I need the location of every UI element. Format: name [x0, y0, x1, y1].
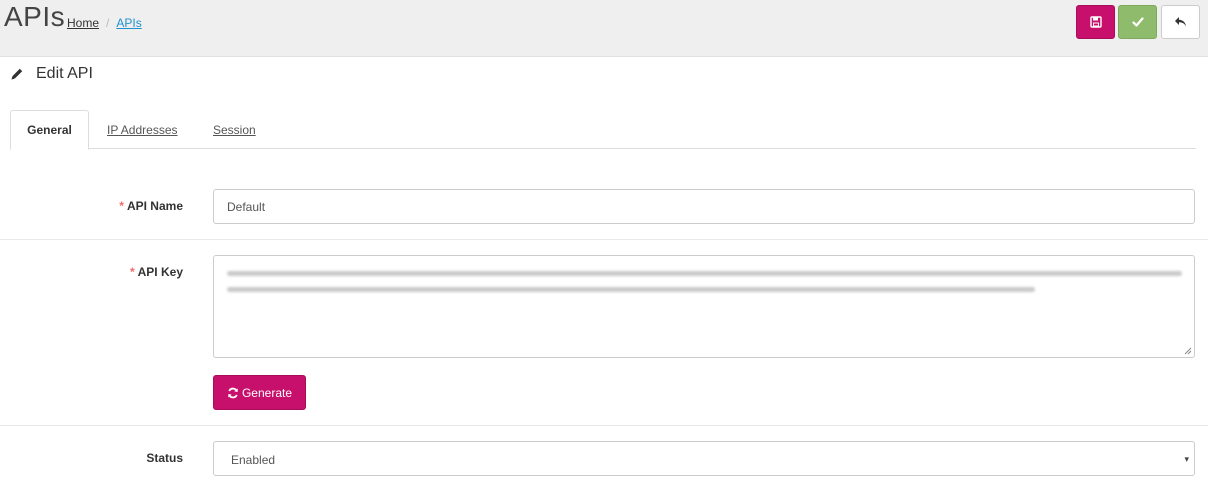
api-key-label: * API Key: [130, 265, 183, 279]
breadcrumb-separator: /: [106, 16, 110, 30]
pencil-icon: [10, 67, 24, 81]
section-title-text: Edit API: [36, 65, 93, 82]
save-and-close-button[interactable]: [1118, 5, 1157, 39]
refresh-icon: [228, 387, 238, 398]
generate-button[interactable]: Generate: [213, 375, 306, 410]
section-title: Edit API: [10, 65, 93, 83]
chevron-down-icon: ▾: [1184, 454, 1189, 464]
api-key-label-text: API Key: [137, 265, 183, 279]
api-name-input[interactable]: [213, 189, 1195, 224]
reply-arrow-icon: [1175, 17, 1186, 27]
page-title: APIs: [4, 1, 66, 32]
redacted-key-line: [227, 271, 1182, 276]
check-icon: [1131, 17, 1144, 27]
required-marker: *: [129, 265, 135, 279]
status-select[interactable]: Enabled ▾: [213, 441, 1195, 476]
breadcrumb-home-link[interactable]: Home: [67, 16, 99, 30]
floppy-disk-icon: [1089, 16, 1102, 28]
status-select-value: Enabled: [231, 453, 276, 467]
tab-bar: General IP Addresses Session: [10, 110, 1196, 150]
back-button[interactable]: [1161, 5, 1200, 39]
row-divider: [0, 425, 1208, 426]
status-label: Status: [146, 451, 183, 465]
redacted-key-line: [227, 287, 1035, 292]
tab-general[interactable]: General: [10, 110, 89, 150]
breadcrumb: Home / APIs: [67, 16, 142, 30]
row-divider: [0, 239, 1208, 240]
save-button[interactable]: [1076, 5, 1115, 39]
tab-ip-addresses[interactable]: IP Addresses: [92, 110, 193, 149]
required-marker: *: [119, 199, 124, 213]
api-key-textarea[interactable]: [213, 255, 1195, 358]
breadcrumb-apis-link[interactable]: APIs: [116, 16, 141, 30]
tab-session[interactable]: Session: [198, 110, 271, 149]
api-name-label-text: API Name: [126, 199, 183, 213]
page-header: APIs Home / APIs: [0, 0, 1208, 57]
generate-button-label: Generate: [241, 385, 293, 400]
resize-grip-icon[interactable]: [1183, 346, 1192, 355]
api-name-label: * API Name: [119, 199, 183, 213]
